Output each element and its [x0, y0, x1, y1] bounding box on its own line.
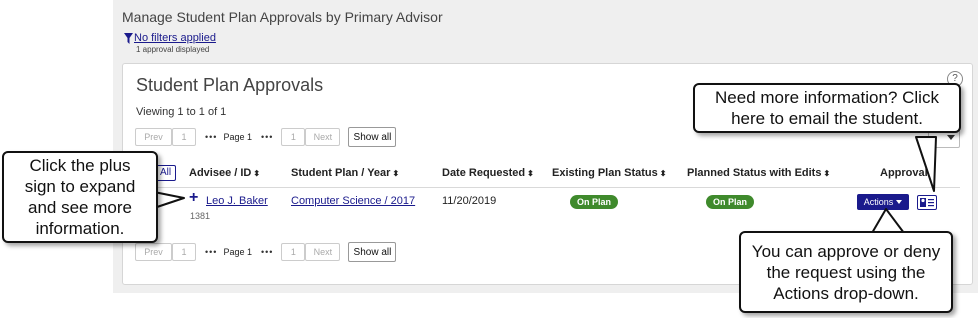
header-plan[interactable]: Student Plan / Year ⬍: [291, 167, 399, 179]
show-all-button[interactable]: Show all: [348, 242, 397, 262]
filter-link[interactable]: No filters applied: [124, 32, 216, 44]
header-advisee[interactable]: Advisee / ID ⬍: [189, 167, 260, 179]
last-page-button[interactable]: 1: [281, 128, 306, 146]
viewing-count: Viewing 1 to 1 of 1: [136, 106, 227, 118]
sort-icon: ⬍: [253, 169, 261, 178]
header-planned-status[interactable]: Planned Status with Edits ⬍: [687, 167, 830, 179]
email-student-button[interactable]: [917, 195, 937, 210]
header-date[interactable]: Date Requested ⬍: [442, 167, 534, 179]
pager-bottom: Prev 1 ••• Page 1 ••• 1 Next Show all: [135, 242, 397, 262]
filter-icon: [124, 32, 133, 44]
pager-ellipsis: •••: [205, 132, 218, 142]
planned-status-badge: On Plan: [706, 195, 755, 209]
sort-icon: ⬍: [527, 169, 534, 178]
pager-top: Prev 1 ••• Page 1 ••• 1 Next Show all: [135, 127, 397, 147]
pager-ellipsis: •••: [260, 247, 274, 257]
page-label: Page 1: [223, 132, 252, 142]
sort-icon: ⬍: [659, 169, 667, 178]
callout-email: Need more information? Click here to ema…: [693, 83, 961, 133]
existing-status-badge: On Plan: [570, 195, 619, 209]
next-button[interactable]: Next: [305, 128, 341, 146]
sort-icon: ⬍: [823, 169, 831, 178]
filter-link-label[interactable]: No filters applied: [134, 32, 216, 44]
show-all-button[interactable]: Show all: [348, 127, 397, 147]
caret-down-icon: [896, 200, 903, 204]
advisee-link[interactable]: Leo J. Baker: [206, 195, 268, 207]
student-plan-link[interactable]: Computer Science / 2017: [291, 195, 415, 207]
callout-plus: Click the plus sign to expand and see mo…: [2, 151, 158, 243]
next-button[interactable]: Next: [305, 243, 341, 261]
last-page-button[interactable]: 1: [281, 243, 306, 261]
select-all-button[interactable]: All: [155, 165, 176, 181]
page-title: Manage Student Plan Approvals by Primary…: [122, 9, 443, 25]
date-requested: 11/20/2019: [442, 195, 497, 207]
pager-ellipsis: •••: [260, 132, 274, 142]
header-existing-status[interactable]: Existing Plan Status ⬍: [552, 167, 666, 179]
caret-down-icon: [947, 135, 955, 140]
approval-count: 1 approval displayed: [136, 45, 210, 54]
first-page-button[interactable]: 1: [172, 243, 196, 261]
prev-button[interactable]: Prev: [135, 243, 172, 261]
callout-email-arrow: [915, 136, 937, 192]
expand-plus-icon[interactable]: +: [189, 190, 198, 206]
prev-button[interactable]: Prev: [135, 128, 172, 146]
page-label: Page 1: [223, 247, 252, 257]
advisee-id: 1381: [190, 211, 211, 221]
contact-card-icon: [920, 198, 934, 207]
first-page-button[interactable]: 1: [172, 128, 196, 146]
sort-icon: ⬍: [392, 169, 400, 178]
callout-actions: You can approve or deny the request usin…: [739, 231, 953, 313]
panel-title: Student Plan Approvals: [136, 75, 324, 95]
pager-ellipsis: •••: [205, 247, 218, 257]
header-divider: [135, 187, 960, 188]
